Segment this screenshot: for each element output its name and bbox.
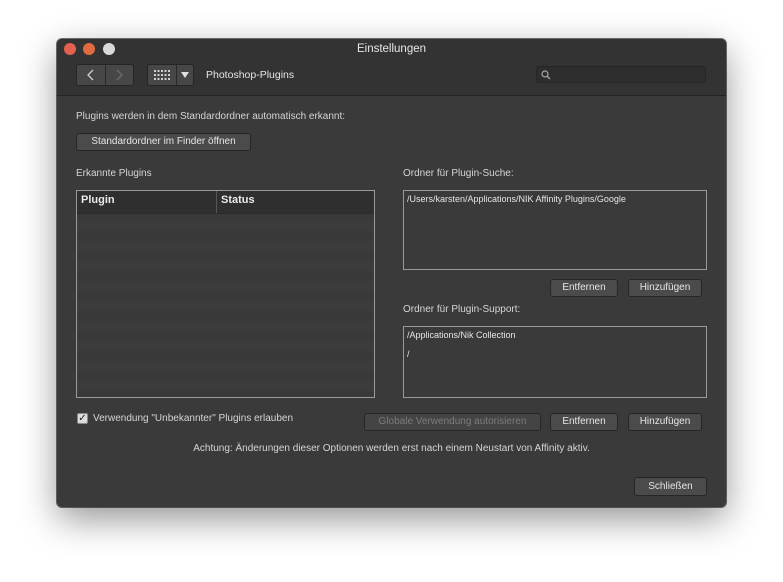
plugins-table[interactable]: Plugin Status <box>76 190 375 398</box>
search-folders-label: Ordner für Plugin-Suche: <box>403 168 514 179</box>
table-header: Plugin Status <box>77 191 374 214</box>
column-header-plugin[interactable]: Plugin <box>77 191 217 213</box>
search-field[interactable] <box>536 66 706 83</box>
forward-button[interactable] <box>104 65 134 85</box>
navigation-buttons <box>76 64 134 86</box>
authorize-global-button[interactable]: Globale Verwendung autorisieren <box>364 413 541 431</box>
search-input[interactable] <box>554 66 705 83</box>
show-all-menu-button[interactable] <box>176 65 193 85</box>
restart-warning: Achtung: Änderungen dieser Optionen werd… <box>193 443 590 454</box>
title-bar: Einstellungen Photoshop-Plugins <box>57 39 726 96</box>
support-folders-label: Ordner für Plugin-Support: <box>403 304 521 315</box>
chevron-right-icon <box>116 69 124 81</box>
triangle-down-icon <box>181 72 189 78</box>
auto-detect-text: Plugins werden in dem Standardordner aut… <box>76 111 346 122</box>
support-folder-add-button[interactable]: Hinzufügen <box>628 413 702 431</box>
chevron-left-icon <box>86 69 94 81</box>
search-folder-remove-button[interactable]: Entfernen <box>550 279 618 297</box>
open-default-folder-button[interactable]: Standardordner im Finder öffnen <box>76 133 251 151</box>
show-all-button[interactable] <box>148 65 176 85</box>
window-title: Einstellungen <box>356 43 427 55</box>
allow-unknown-checkbox[interactable]: ✓ <box>77 413 88 424</box>
search-folder-add-button[interactable]: Hinzufügen <box>628 279 702 297</box>
list-item[interactable]: /Applications/Nik Collection <box>404 329 706 341</box>
support-folders-list[interactable]: /Applications/Nik Collection / <box>403 326 707 398</box>
show-all-group <box>147 64 194 86</box>
preferences-window: Einstellungen Photoshop-Plugins Plugins … <box>57 39 726 507</box>
search-folders-list[interactable]: /Users/karsten/Applications/NIK Affinity… <box>403 190 707 270</box>
search-icon <box>541 69 551 79</box>
detected-plugins-label: Erkannte Plugins <box>76 168 152 179</box>
list-item[interactable]: / <box>404 348 706 360</box>
grid-icon <box>154 70 170 80</box>
close-button[interactable]: Schließen <box>634 477 707 496</box>
section-title: Photoshop-Plugins <box>206 69 295 81</box>
column-header-status[interactable]: Status <box>217 191 374 213</box>
list-item[interactable]: /Users/karsten/Applications/NIK Affinity… <box>404 193 706 205</box>
support-folder-remove-button[interactable]: Entfernen <box>550 413 618 431</box>
back-button[interactable] <box>77 65 105 85</box>
allow-unknown-label[interactable]: Verwendung "Unbekannter" Plugins erlaube… <box>93 412 293 425</box>
